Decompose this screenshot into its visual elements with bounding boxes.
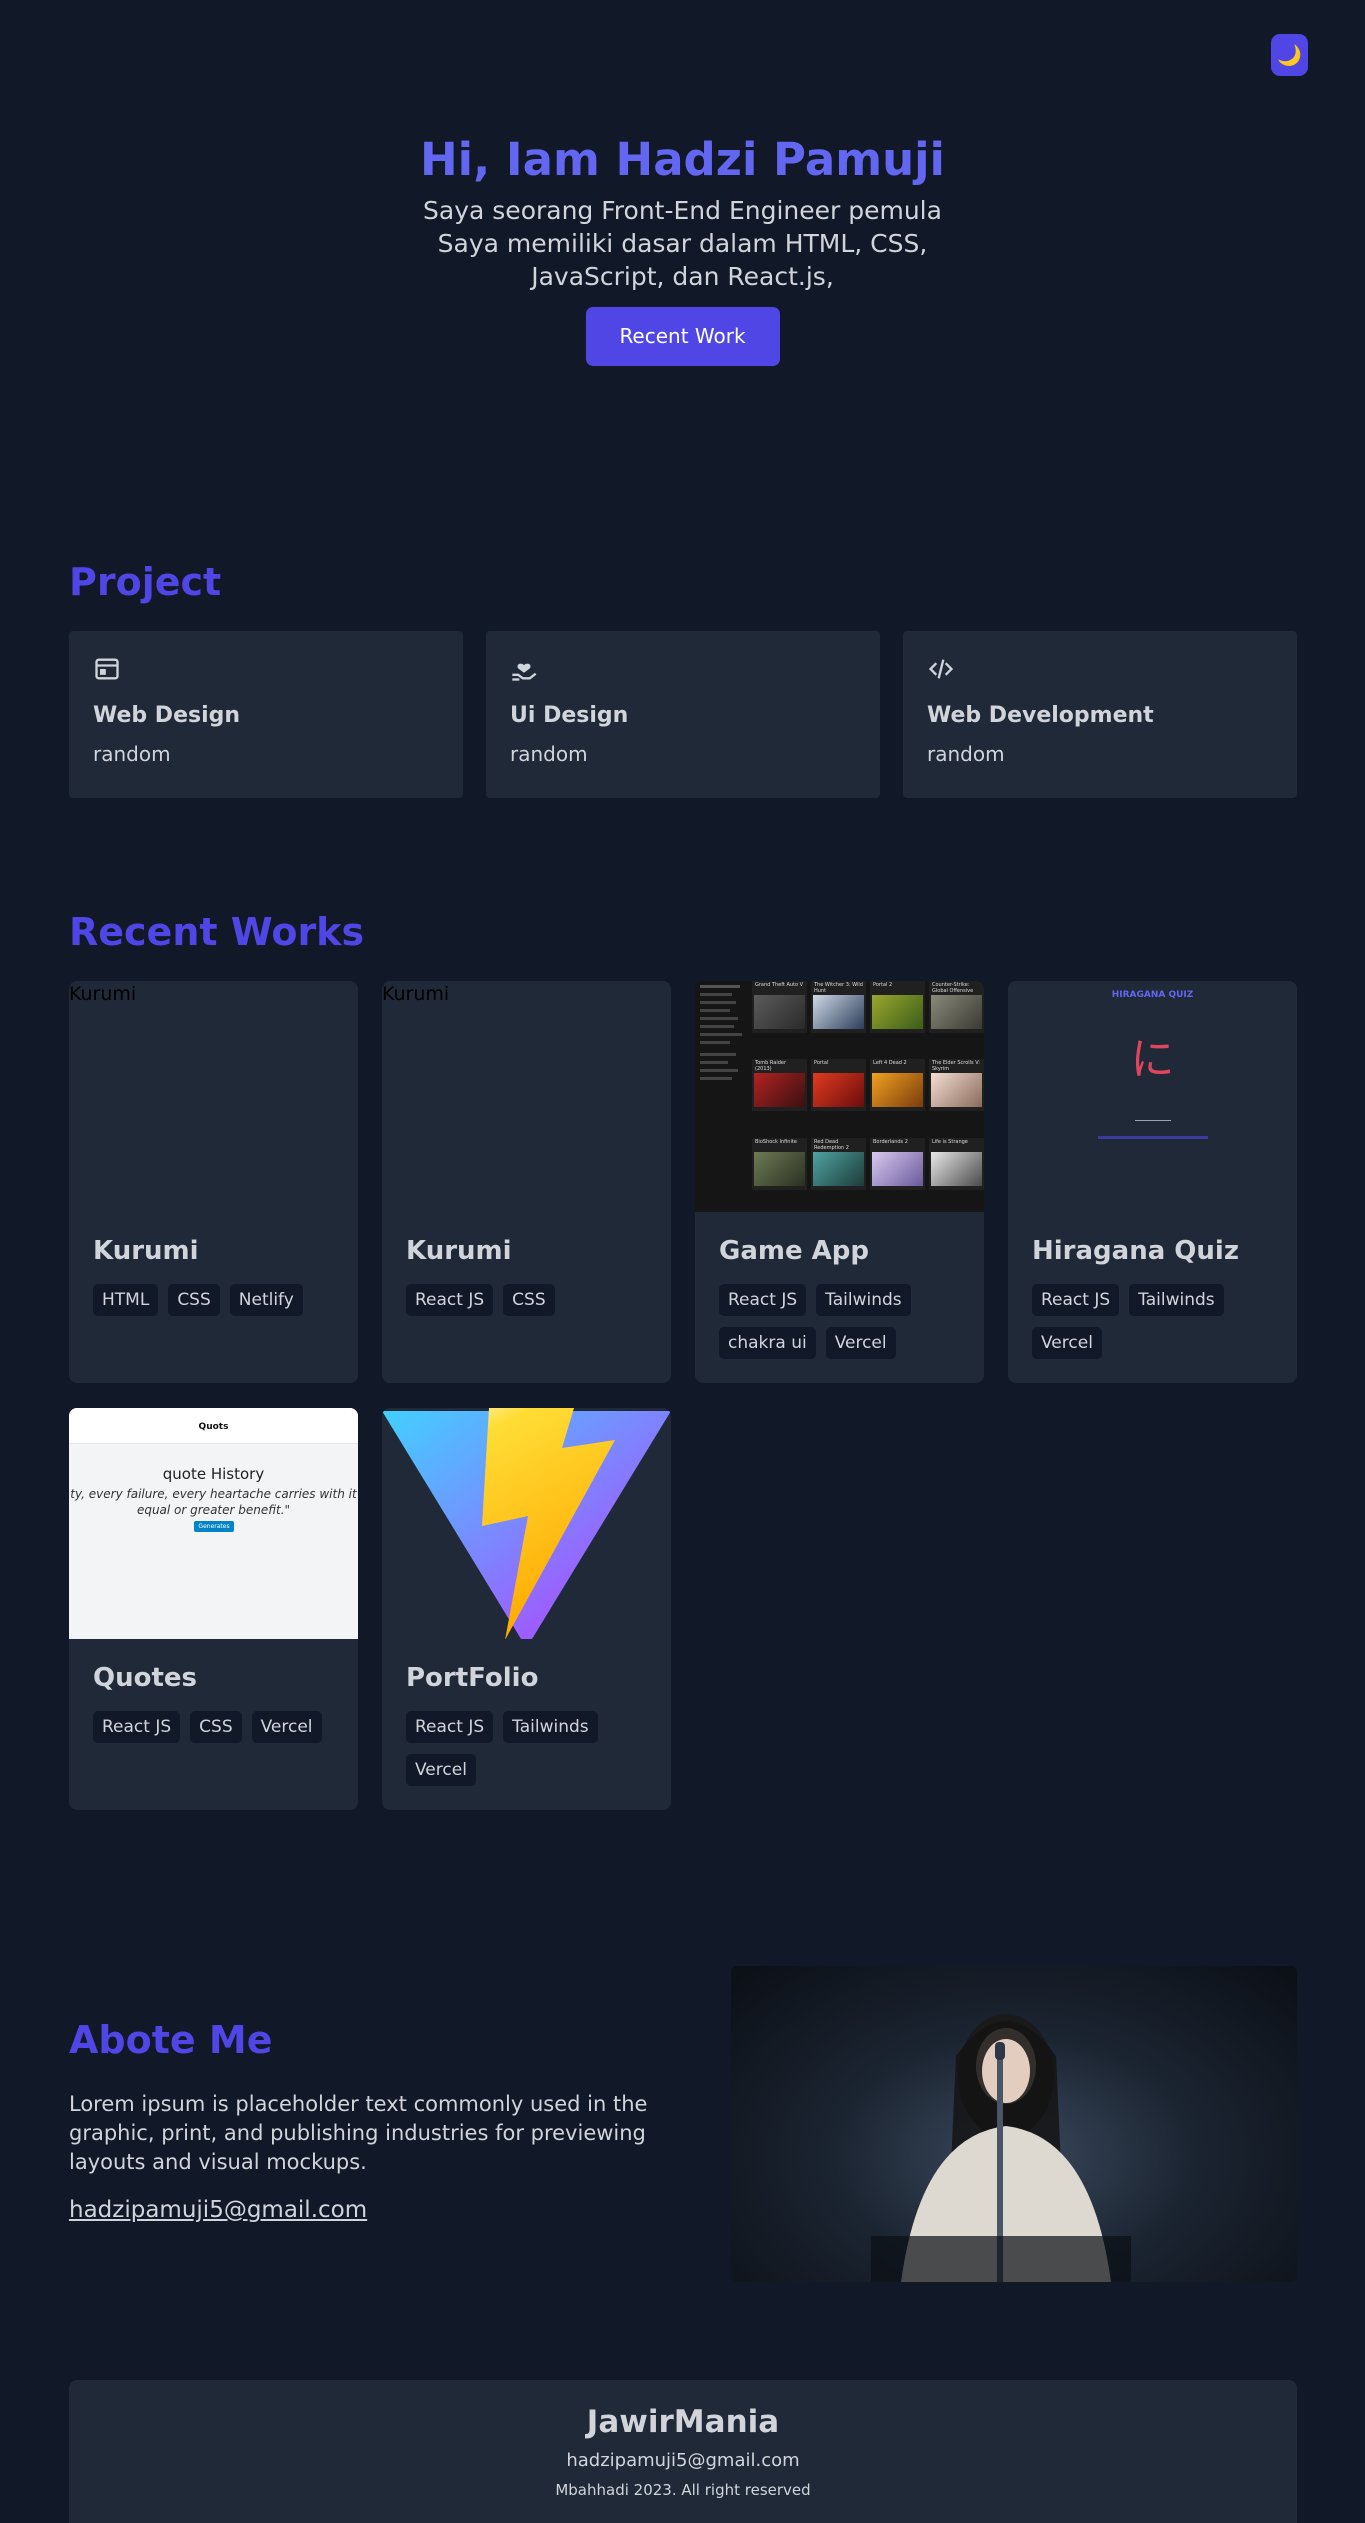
- tag: Tailwinds: [816, 1284, 911, 1316]
- hand-heart-icon: [512, 663, 537, 681]
- footer-email[interactable]: hadzipamuji5@gmail.com: [69, 2450, 1297, 2471]
- tag: Vercel: [825, 1327, 896, 1359]
- card-title: PortFolio: [406, 1663, 539, 1693]
- moon-icon: 🌙: [1277, 43, 1302, 67]
- tag-list: React JS CSS: [406, 1284, 656, 1316]
- game-title: The Witcher 3: Wild Hunt: [814, 982, 863, 994]
- tag: CSS: [503, 1284, 555, 1316]
- tag: CSS: [168, 1284, 220, 1316]
- tag: Vercel: [1032, 1327, 1102, 1359]
- recent-work-button[interactable]: Recent Work: [585, 307, 780, 366]
- project-section-title: Project: [69, 560, 222, 604]
- recent-works-section-title: Recent Works: [69, 910, 365, 954]
- about-photo: [731, 1966, 1297, 2282]
- tag-list: React JS Tailwinds chakra ui Vercel: [719, 1284, 969, 1359]
- hiragana-character: に: [1130, 1034, 1175, 1085]
- generate-quote-button: Generates: [194, 1521, 234, 1532]
- work-card-quotes[interactable]: Quots quote History ty, every failure, e…: [69, 1408, 358, 1810]
- card-title: Game App: [719, 1236, 870, 1266]
- game-title: Red Dead Redemption 2: [814, 1138, 849, 1151]
- hero-section: Hi, Iam Hadzi Pamuji Saya seorang Front-…: [0, 128, 1365, 366]
- tag: Tailwinds: [503, 1711, 598, 1743]
- tag: Vercel: [406, 1754, 476, 1786]
- tag-list: React JS Tailwinds Vercel: [406, 1711, 656, 1786]
- vite-logo: [382, 1408, 671, 1639]
- game-title: Borderlands 2: [873, 1138, 908, 1145]
- about-email-link[interactable]: hadzipamuji5@gmail.com: [69, 2197, 367, 2223]
- service-card-web-development: Web Development random: [903, 631, 1297, 798]
- work-card-kurumi[interactable]: Kurumi Kurumi HTML CSS Netlify: [69, 981, 358, 1383]
- game-title: Portal 2: [873, 982, 893, 988]
- tag: React JS: [406, 1284, 494, 1316]
- game-title: Counter-Strike: Global Offensive: [932, 982, 974, 994]
- tag: React JS: [1032, 1284, 1120, 1316]
- tag: React JS: [719, 1284, 807, 1316]
- tag: Vercel: [251, 1711, 322, 1743]
- footer: JawirMania hadzipamuji5@gmail.com Mbahha…: [69, 2380, 1297, 2523]
- work-card-kurumi-react[interactable]: Kurumi Kurumi React JS CSS: [382, 981, 671, 1383]
- hiragana-quiz-screenshot: HIRAGANA QUIZ に: [1008, 981, 1297, 1212]
- image-alt-text: Kurumi: [69, 983, 137, 1005]
- tag-list: React JS Tailwinds Vercel: [1032, 1284, 1282, 1359]
- game-title: The Elder Scrolls V: Skyrim: [932, 1060, 980, 1073]
- footer-copyright: Mbahhadi 2023. All right reserved: [555, 2481, 811, 2499]
- game-title: Life is Strange: [932, 1138, 968, 1145]
- service-subtitle: random: [927, 742, 1005, 766]
- game-title: Portal: [814, 1060, 829, 1067]
- service-card-web-design: Web Design random: [69, 631, 463, 798]
- service-title: Web Design: [93, 703, 241, 728]
- tag: Netlify: [229, 1284, 303, 1316]
- card-title: Quotes: [93, 1663, 198, 1693]
- singer-photo: [871, 2014, 1131, 2282]
- service-title: Ui Design: [510, 703, 629, 728]
- quiz-heading: HIRAGANA QUIZ: [1111, 990, 1194, 1000]
- hero-description: Saya seorang Front-End Engineer pemula S…: [423, 196, 942, 291]
- about-text: Lorem ipsum is placeholder text commonly…: [69, 2092, 648, 2174]
- tag: chakra ui: [719, 1327, 816, 1359]
- quote-history-label: quote History: [162, 1465, 265, 1483]
- card-image: Kurumi: [382, 981, 671, 1212]
- tag: React JS: [406, 1711, 494, 1743]
- tag: React JS: [93, 1711, 181, 1743]
- vite-logo-image: [382, 1408, 671, 1639]
- card-title: Kurumi: [93, 1236, 199, 1266]
- tag-list: HTML CSS Netlify: [93, 1284, 343, 1316]
- service-title: Web Development: [927, 703, 1154, 728]
- game-title: Left 4 Dead 2: [873, 1060, 907, 1067]
- theme-toggle-button[interactable]: 🌙: [1271, 34, 1308, 76]
- tag: CSS: [190, 1711, 242, 1743]
- card-image: Kurumi: [69, 981, 358, 1212]
- work-card-hiragana-quiz[interactable]: HIRAGANA QUIZ に Hiragana Quiz React JS T…: [1008, 981, 1297, 1383]
- footer-title: JawirMania: [586, 2404, 780, 2440]
- card-title: Hiragana Quiz: [1032, 1236, 1239, 1266]
- game-title: Tomb Raider (2013): [755, 1060, 787, 1073]
- image-alt-text: Kurumi: [382, 983, 450, 1005]
- work-card-portfolio[interactable]: PortFolio React JS Tailwinds Vercel: [382, 1408, 671, 1810]
- quote-text: ty, every failure, every heartache carri…: [70, 1487, 357, 1517]
- game-title: Grand Theft Auto V: [755, 982, 804, 988]
- service-card-ui-design: Ui Design random: [486, 631, 880, 798]
- work-card-game-app[interactable]: Grand Theft Auto V The Witcher 3: Wild H…: [695, 981, 984, 1383]
- service-subtitle: random: [93, 742, 171, 766]
- quotes-app-name: Quots: [198, 1422, 229, 1432]
- about-section-title: Abote Me: [69, 2018, 273, 2062]
- tag: Tailwinds: [1129, 1284, 1224, 1316]
- code-icon: [928, 659, 954, 679]
- service-subtitle: random: [510, 742, 588, 766]
- game-title: BioShock Infinite: [755, 1138, 797, 1145]
- tag-list: React JS CSS Vercel: [93, 1711, 343, 1743]
- tag: HTML: [93, 1284, 159, 1316]
- hero-title: Hi, Iam Hadzi Pamuji: [420, 133, 945, 186]
- quotes-app-screenshot: Quots quote History ty, every failure, e…: [69, 1408, 358, 1639]
- browser-window-icon: [95, 658, 119, 680]
- card-title: Kurumi: [406, 1236, 512, 1266]
- game-app-screenshot: Grand Theft Auto V The Witcher 3: Wild H…: [695, 981, 984, 1212]
